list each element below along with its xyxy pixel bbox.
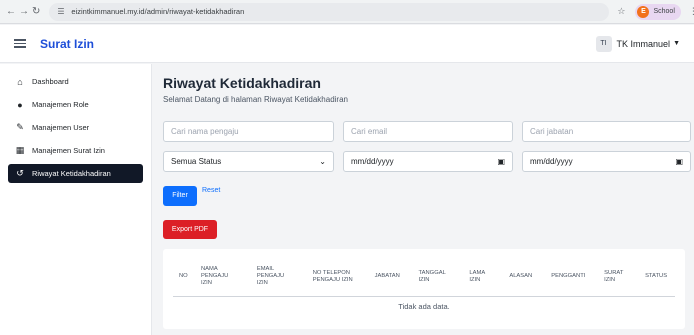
sidebar-item-label: Dashboard [32, 77, 69, 86]
sidebar-item-manajemen-role[interactable]: ● Manajemen Role [8, 95, 143, 114]
sidebar-item-dashboard[interactable]: ⌂ Dashboard [8, 72, 143, 91]
bookmark-star-icon[interactable]: ☆ [617, 6, 625, 17]
calendar-icon[interactable]: ▣ [675, 152, 683, 171]
status-select-value: Semua Status [171, 157, 222, 166]
date-to-value: mm/dd/yyyy [530, 157, 573, 166]
date-from-input[interactable]: mm/dd/yyyy ▣ [343, 151, 513, 172]
sidebar-item-label: Manajemen Role [32, 100, 89, 109]
empty-table-message: Tidak ada data. [398, 302, 450, 311]
sidebar-item-label: Manajemen User [32, 123, 90, 132]
hamburger-menu-icon[interactable] [14, 39, 26, 48]
sidebar-item-label: Manajemen Surat Izin [32, 146, 105, 155]
sidebar: ⌂ Dashboard ● Manajemen Role ✎ Manajemen… [0, 64, 152, 335]
reload-icon[interactable]: ↻ [32, 5, 40, 19]
profile-avatar: E [637, 5, 650, 18]
back-icon[interactable]: ← [6, 5, 16, 19]
data-table: NO NAMA PENGAJU IZIN EMAIL PENGAJU IZIN … [163, 249, 685, 329]
table-header: NO NAMA PENGAJU IZIN EMAIL PENGAJU IZIN … [173, 257, 675, 297]
search-name-input[interactable]: Cari nama pengaju [163, 121, 334, 142]
calendar-icon[interactable]: ▣ [497, 152, 505, 171]
page-title: Riwayat Ketidakhadiran [163, 75, 321, 91]
user-avatar: TI [595, 35, 612, 52]
column-header-nama[interactable]: NAMA PENGAJU IZIN [201, 266, 257, 287]
column-header-alasan[interactable]: ALASAN [509, 273, 551, 280]
site-settings-icon[interactable]: ☰ [57, 7, 66, 16]
column-header-status[interactable]: STATUS [645, 273, 675, 280]
status-select[interactable]: Semua Status ⌄ [163, 151, 334, 172]
date-from-value: mm/dd/yyyy [351, 157, 394, 166]
browser-toolbar: ← → ↻ ☰ eizintkimmanuel.my.id/admin/riwa… [0, 0, 694, 24]
browser-menu-icon[interactable]: ⋮ [689, 6, 694, 17]
export-pdf-button[interactable]: Export PDF [163, 220, 217, 239]
page-subtitle: Selamat Datang di halaman Riwayat Ketida… [163, 95, 348, 104]
date-to-input[interactable]: mm/dd/yyyy ▣ [522, 151, 691, 172]
sidebar-item-manajemen-user[interactable]: ✎ Manajemen User [8, 118, 143, 137]
column-header-surat-izin[interactable]: SURAT IZIN [604, 270, 645, 284]
sidebar-item-riwayat-ketidakhadiran[interactable]: ↺ Riwayat Ketidakhadiran [8, 164, 143, 183]
filter-button[interactable]: Filter [163, 186, 197, 206]
user-icon: ● [17, 99, 23, 110]
chevron-down-icon: ⌄ [319, 157, 326, 166]
document-icon: ▦ [15, 145, 25, 155]
column-header-no-telepon[interactable]: NO TELEPON PENGAJU IZIN [313, 270, 375, 284]
home-icon: ⌂ [17, 76, 23, 87]
app-header: Surat Izin TI TK Immanuel ▼ [0, 25, 694, 63]
column-header-jabatan[interactable]: JABATAN [375, 273, 419, 280]
app-brand[interactable]: Surat Izin [40, 37, 94, 51]
sidebar-item-label: Riwayat Ketidakhadiran [32, 169, 111, 178]
search-email-input[interactable]: Cari email [343, 121, 513, 142]
address-bar[interactable]: ☰ eizintkimmanuel.my.id/admin/riwayat-ke… [49, 2, 610, 21]
column-header-tanggal-izin[interactable]: TANGGAL IZIN [419, 270, 470, 284]
user-name: TK Immanuel [616, 38, 671, 49]
search-jabatan-input[interactable]: Cari jabatan [522, 121, 691, 142]
history-icon: ↺ [16, 168, 24, 178]
column-header-pengganti[interactable]: PENGGANTI [551, 273, 604, 280]
column-header-no[interactable]: NO [173, 273, 201, 280]
url-text: eizintkimmanuel.my.id/admin/riwayat-keti… [71, 7, 245, 16]
column-header-lama-izin[interactable]: LAMA IZIN [469, 270, 509, 284]
chevron-down-icon: ▼ [673, 40, 680, 47]
reset-link[interactable]: Reset [202, 187, 220, 194]
user-edit-icon: ✎ [16, 122, 24, 132]
user-menu[interactable]: TI TK Immanuel ▼ [595, 35, 680, 52]
forward-icon[interactable]: → [19, 5, 29, 19]
profile-label: School [653, 8, 675, 15]
column-header-email[interactable]: EMAIL PENGAJU IZIN [257, 266, 313, 287]
browser-profile-button[interactable]: E School [635, 3, 681, 20]
sidebar-item-manajemen-surat-izin[interactable]: ▦ Manajemen Surat Izin [8, 141, 143, 160]
